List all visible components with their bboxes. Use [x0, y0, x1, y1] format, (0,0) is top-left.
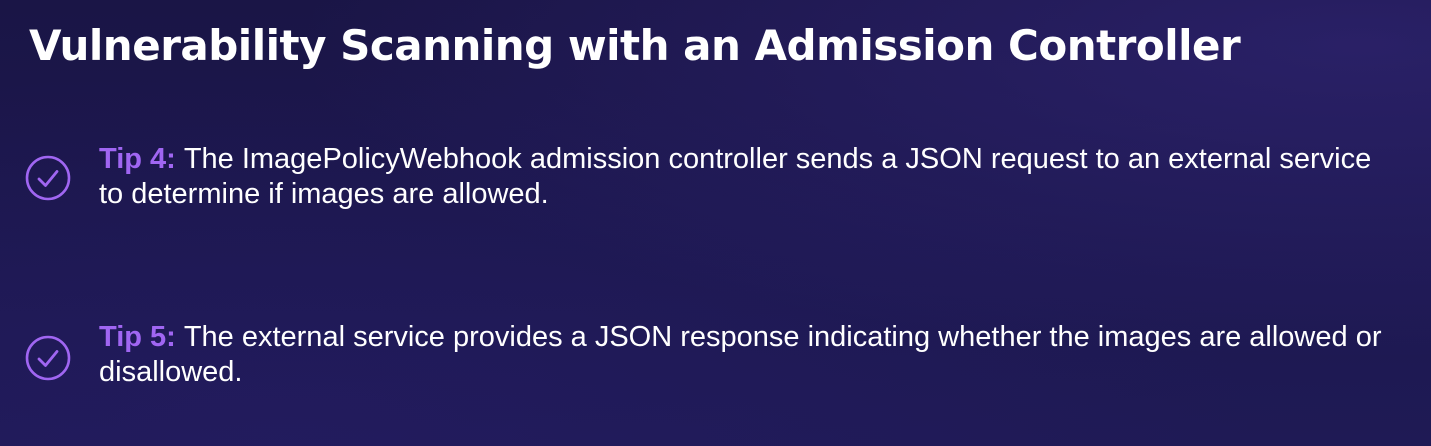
tip-body: The external service provides a JSON res… [99, 321, 1382, 388]
check-circle-icon [25, 335, 71, 381]
slide: Vulnerability Scanning with an Admission… [0, 0, 1431, 446]
tip-text: Tip 4: The ImagePolicyWebhook admission c… [99, 142, 1399, 212]
check-circle-icon [25, 155, 71, 201]
tip-text: Tip 5: The external service provides a JS… [99, 320, 1399, 390]
tip-label: Tip 5: [99, 321, 176, 353]
tip-label: Tip 4: [99, 143, 176, 175]
tip-body: The ImagePolicyWebhook admission control… [99, 143, 1372, 210]
slide-title: Vulnerability Scanning with an Admission… [29, 21, 1241, 70]
